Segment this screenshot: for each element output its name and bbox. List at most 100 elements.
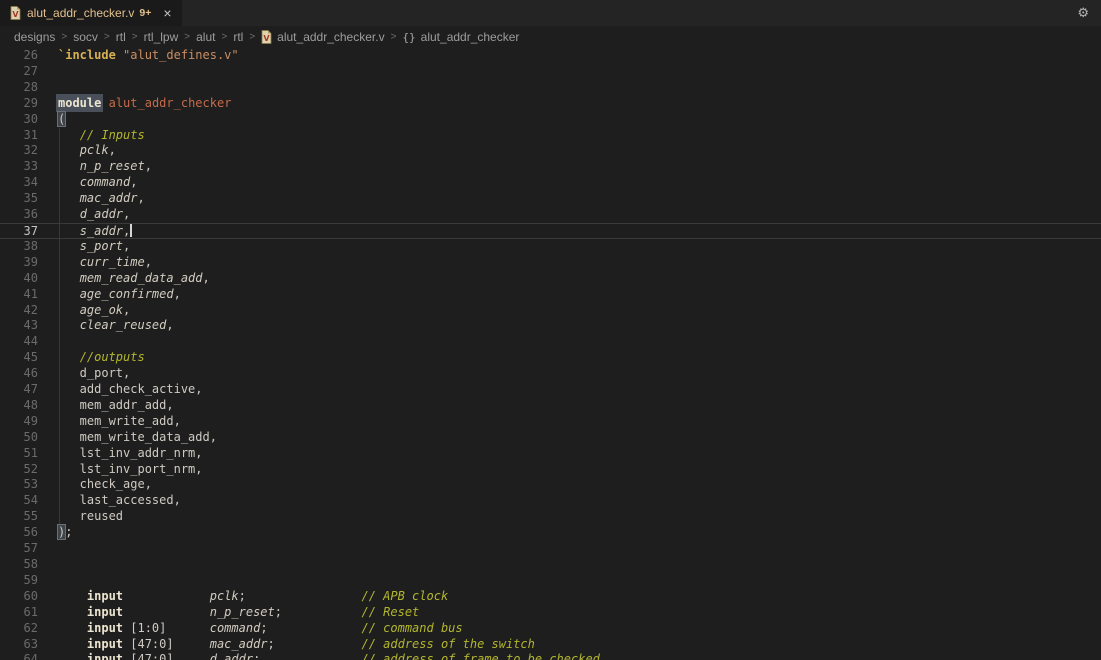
line-number[interactable]: 33 <box>0 159 38 175</box>
code-line-35[interactable]: 35 mac_addr, <box>0 191 1101 207</box>
line-number[interactable]: 51 <box>0 446 38 462</box>
code-line-62[interactable]: 62 input [1:0] command; // command bus <box>0 621 1101 637</box>
code-line-34[interactable]: 34 command, <box>0 175 1101 191</box>
line-number[interactable]: 62 <box>0 621 38 637</box>
line-number[interactable]: 26 <box>0 48 38 64</box>
line-number[interactable]: 30 <box>0 112 38 128</box>
code-editor[interactable]: 26`include "alut_defines.v"272829module … <box>0 48 1101 660</box>
line-number[interactable]: 59 <box>0 573 38 589</box>
line-number[interactable]: 52 <box>0 462 38 478</box>
code-line-54[interactable]: 54 last_accessed, <box>0 493 1101 509</box>
code-line-50[interactable]: 50 mem_write_data_add, <box>0 430 1101 446</box>
line-number[interactable]: 49 <box>0 414 38 430</box>
breadcrumb-item-rtl[interactable]: rtl <box>233 30 243 44</box>
chevron-right-icon: > <box>391 31 397 42</box>
line-number[interactable]: 46 <box>0 366 38 382</box>
line-number[interactable]: 39 <box>0 255 38 271</box>
gear-icon[interactable]: ⚙ <box>1065 0 1101 26</box>
code-line-57[interactable]: 57 <box>0 541 1101 557</box>
line-number[interactable]: 27 <box>0 64 38 80</box>
code-line-content: input [1:0] command; // command bus <box>38 621 463 637</box>
line-number[interactable]: 41 <box>0 287 38 303</box>
line-number[interactable]: 50 <box>0 430 38 446</box>
line-number[interactable]: 42 <box>0 303 38 319</box>
line-number[interactable]: 40 <box>0 271 38 287</box>
line-number[interactable]: 63 <box>0 637 38 653</box>
line-number[interactable]: 35 <box>0 191 38 207</box>
code-line-28[interactable]: 28 <box>0 80 1101 96</box>
code-line-content: input n_p_reset; // Reset <box>38 605 419 621</box>
code-line-58[interactable]: 58 <box>0 557 1101 573</box>
code-line-55[interactable]: 55 reused <box>0 509 1101 525</box>
breadcrumb-item-rtl_lpw[interactable]: rtl_lpw <box>144 30 179 44</box>
code-line-30[interactable]: 30( <box>0 112 1101 128</box>
breadcrumb-item-socv[interactable]: socv <box>73 30 98 44</box>
line-number[interactable]: 60 <box>0 589 38 605</box>
line-number[interactable]: 47 <box>0 382 38 398</box>
line-number[interactable]: 29 <box>0 96 38 112</box>
line-number[interactable]: 55 <box>0 509 38 525</box>
code-line-44[interactable]: 44 <box>0 334 1101 350</box>
code-line-52[interactable]: 52 lst_inv_port_nrm, <box>0 462 1101 478</box>
code-line-51[interactable]: 51 lst_inv_addr_nrm, <box>0 446 1101 462</box>
close-icon[interactable]: × <box>163 6 171 20</box>
code-line-content <box>38 334 58 350</box>
code-line-26[interactable]: 26`include "alut_defines.v" <box>0 48 1101 64</box>
breadcrumb-item-designs[interactable]: designs <box>14 30 55 44</box>
line-number[interactable]: 44 <box>0 334 38 350</box>
code-line-38[interactable]: 38 s_port, <box>0 239 1101 255</box>
code-line-61[interactable]: 61 input n_p_reset; // Reset <box>0 605 1101 621</box>
line-number[interactable]: 45 <box>0 350 38 366</box>
code-line-49[interactable]: 49 mem_write_add, <box>0 414 1101 430</box>
line-number[interactable]: 61 <box>0 605 38 621</box>
code-line-60[interactable]: 60 input pclk; // APB clock <box>0 589 1101 605</box>
code-line-59[interactable]: 59 <box>0 573 1101 589</box>
line-number[interactable]: 37 <box>0 224 38 238</box>
tab-alut-addr-checker[interactable]: V alut_addr_checker.v 9+ × <box>0 0 182 26</box>
breadcrumb-item-alut_addr_checker.v[interactable]: Valut_addr_checker.v <box>261 30 384 44</box>
line-number[interactable]: 48 <box>0 398 38 414</box>
line-number[interactable]: 53 <box>0 477 38 493</box>
code-line-36[interactable]: 36 d_addr, <box>0 207 1101 223</box>
code-line-46[interactable]: 46 d_port, <box>0 366 1101 382</box>
code-line-47[interactable]: 47 add_check_active, <box>0 382 1101 398</box>
line-number[interactable]: 32 <box>0 143 38 159</box>
code-line-64[interactable]: 64 input [47:0] d_addr; // address of fr… <box>0 652 1101 660</box>
code-line-45[interactable]: 45 //outputs <box>0 350 1101 366</box>
code-line-32[interactable]: 32 pclk, <box>0 143 1101 159</box>
code-line-63[interactable]: 63 input [47:0] mac_addr; // address of … <box>0 637 1101 653</box>
code-line-40[interactable]: 40 mem_read_data_add, <box>0 271 1101 287</box>
code-line-content: d_port, <box>38 366 130 382</box>
line-number[interactable]: 28 <box>0 80 38 96</box>
line-number[interactable]: 38 <box>0 239 38 255</box>
code-line-37[interactable]: 37 s_addr, <box>0 223 1101 239</box>
code-line-content: n_p_reset, <box>38 159 152 175</box>
code-line-content: mem_read_data_add, <box>38 271 210 287</box>
breadcrumb-item-rtl[interactable]: rtl <box>116 30 126 44</box>
code-line-content: input pclk; // APB clock <box>38 589 448 605</box>
code-line-29[interactable]: 29module alut_addr_checker <box>0 96 1101 112</box>
code-line-content: module alut_addr_checker <box>38 96 231 112</box>
code-line-33[interactable]: 33 n_p_reset, <box>0 159 1101 175</box>
code-line-27[interactable]: 27 <box>0 64 1101 80</box>
code-line-42[interactable]: 42 age_ok, <box>0 303 1101 319</box>
line-number[interactable]: 54 <box>0 493 38 509</box>
line-number[interactable]: 31 <box>0 128 38 144</box>
breadcrumb-item-alut_addr_checker[interactable]: {}alut_addr_checker <box>402 30 519 44</box>
line-number[interactable]: 57 <box>0 541 38 557</box>
code-line-41[interactable]: 41 age_confirmed, <box>0 287 1101 303</box>
line-number[interactable]: 34 <box>0 175 38 191</box>
line-number[interactable]: 36 <box>0 207 38 223</box>
line-number[interactable]: 58 <box>0 557 38 573</box>
code-line-39[interactable]: 39 curr_time, <box>0 255 1101 271</box>
code-line-content <box>38 80 58 96</box>
code-line-31[interactable]: 31 // Inputs <box>0 128 1101 144</box>
line-number[interactable]: 64 <box>0 652 38 660</box>
code-line-43[interactable]: 43 clear_reused, <box>0 318 1101 334</box>
code-line-53[interactable]: 53 check_age, <box>0 477 1101 493</box>
line-number[interactable]: 43 <box>0 318 38 334</box>
code-line-48[interactable]: 48 mem_addr_add, <box>0 398 1101 414</box>
breadcrumb-item-alut[interactable]: alut <box>196 30 215 44</box>
line-number[interactable]: 56 <box>0 525 38 541</box>
code-line-56[interactable]: 56); <box>0 525 1101 541</box>
